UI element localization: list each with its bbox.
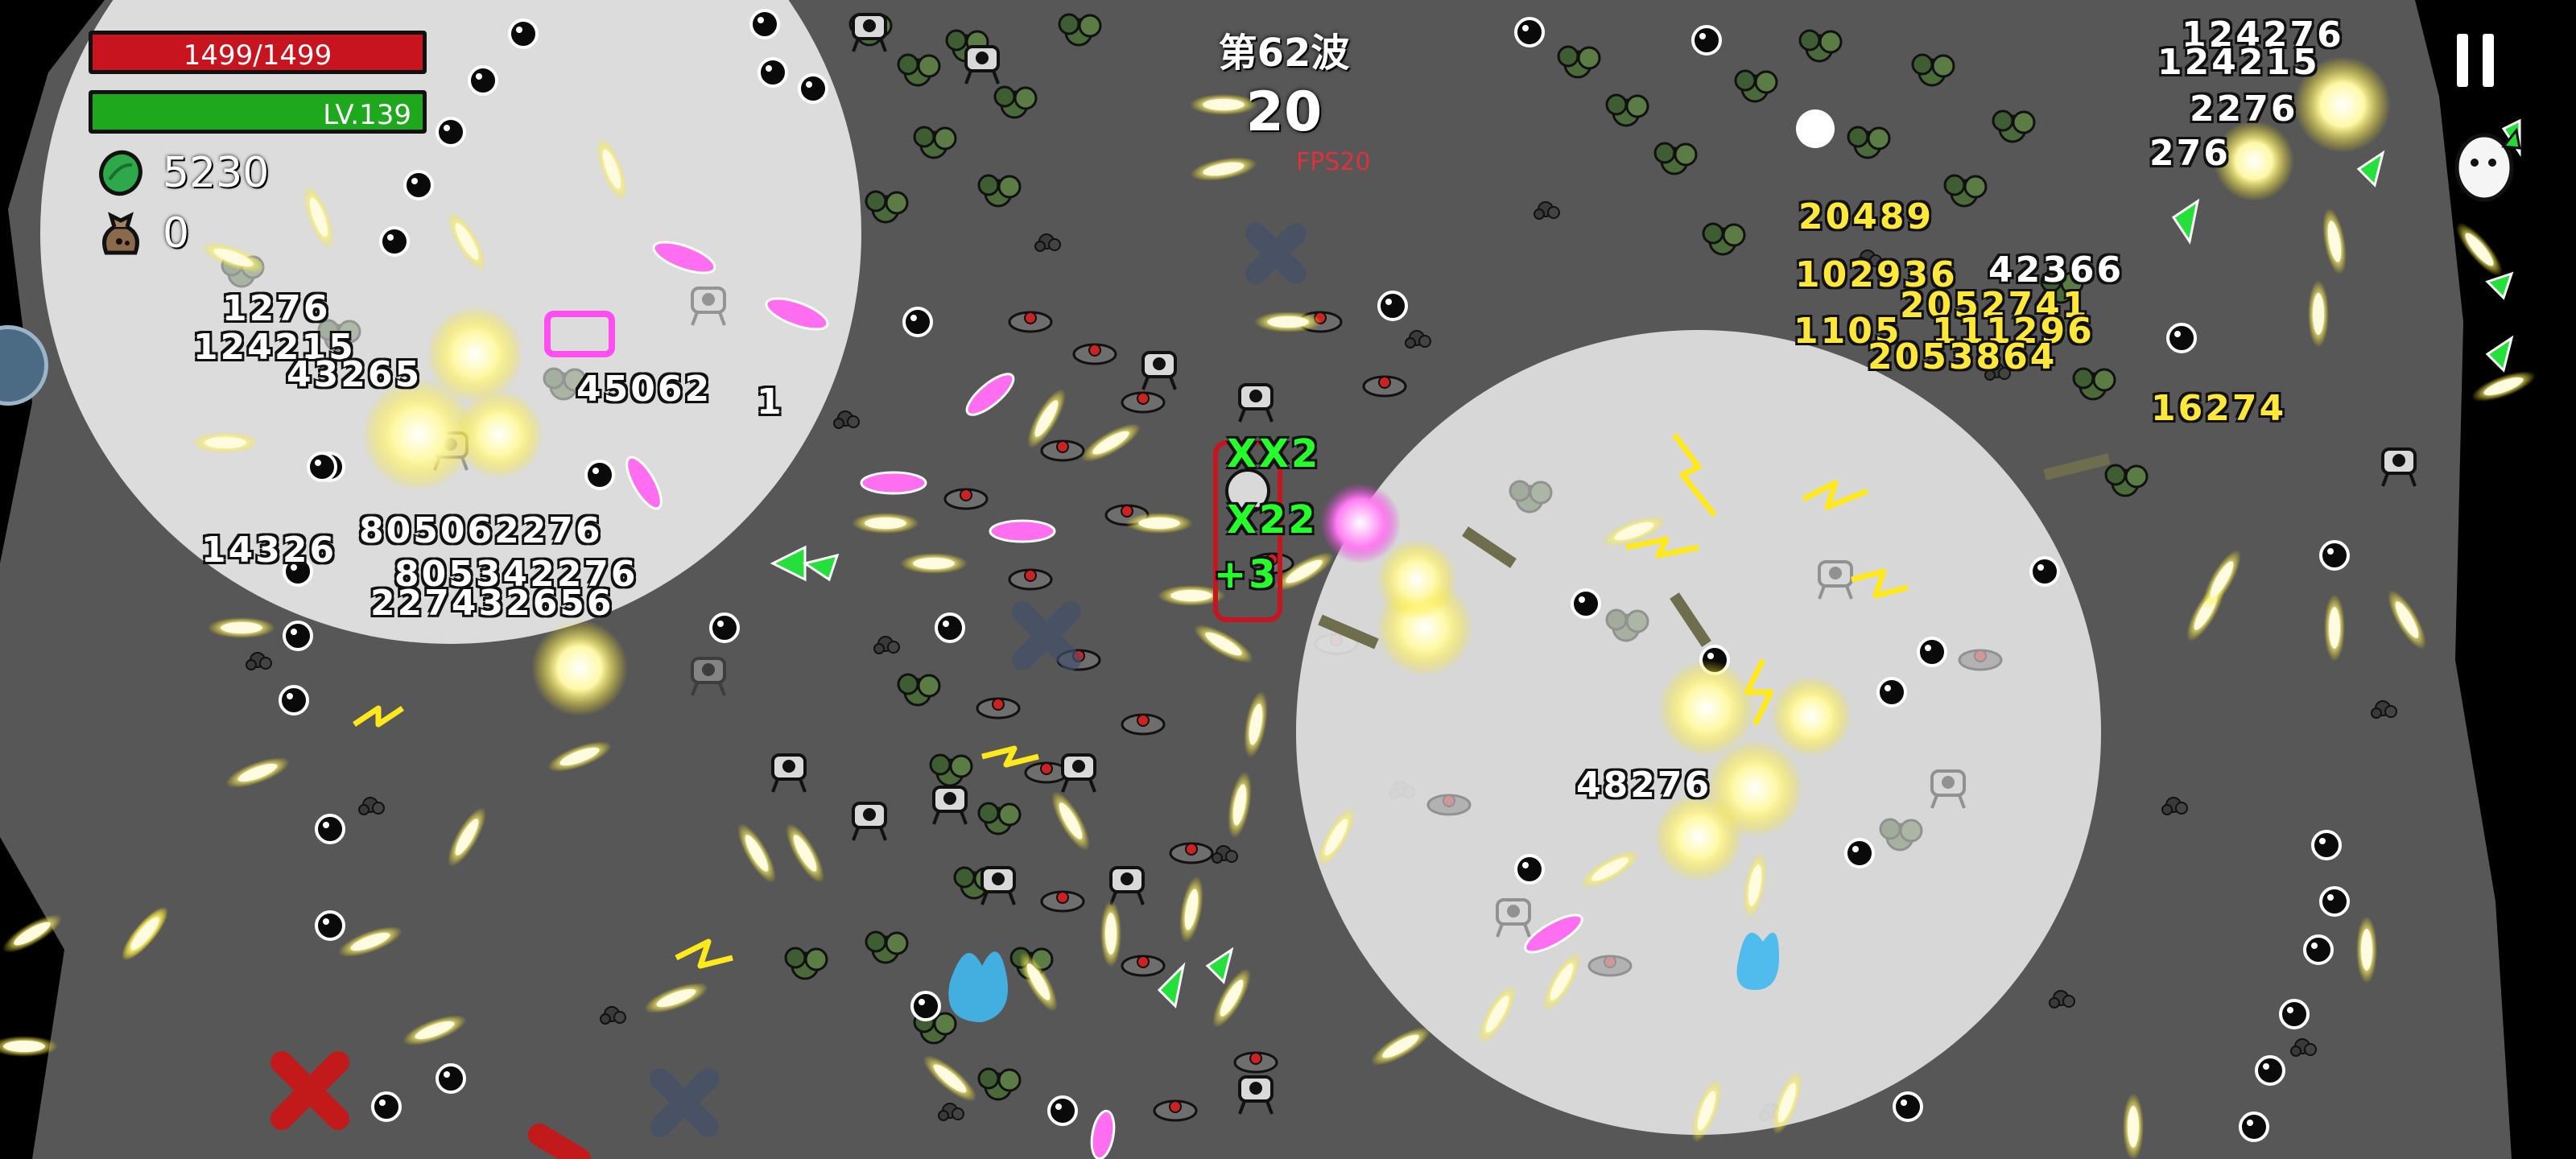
damage-number: 43265 [287,354,423,395]
level-text: LV.139 [323,99,411,131]
damage-number: 276 [2149,133,2231,174]
damage-number: 805062276 [359,510,603,551]
damage-number: 16274 [2151,388,2287,429]
pause-button[interactable] [2444,16,2508,105]
damage-number: X22 [1227,497,1318,542]
damage-number: 2053864 [1868,336,2058,377]
experience-bar: LV.139 [89,90,427,134]
bag-counter: 0 [95,205,189,262]
wave-label: 第62波 [1218,31,1350,76]
damage-number: 20489 [1798,196,1934,237]
damage-number: 45062 [576,369,712,410]
pause-icon [2457,34,2494,87]
bag-count: 0 [163,209,190,258]
health-bar: 1499/1499 [89,31,427,74]
fps-counter: FPS20 [1296,148,1371,176]
loot-bag-icon [102,212,139,255]
damage-number: +3 [1214,552,1278,597]
damage-number: 1276 [222,288,331,329]
game-arena [0,0,2539,1159]
damage-number: 2276 [2190,89,2298,130]
health-text: 1499/1499 [183,39,332,72]
egg-character-icon[interactable] [2447,122,2528,203]
coin-count: 5230 [163,149,270,197]
damage-number: 1 [757,382,784,423]
wave-timer: 20 [1245,80,1323,144]
damage-number: 227432656 [370,583,614,624]
coin-counter: 5230 [95,145,269,201]
damage-number: XX2 [1227,431,1321,476]
green-gem-icon [99,150,142,196]
damage-number: 124215 [2157,42,2320,83]
damage-number: 48276 [1576,765,1712,806]
damage-number: 14326 [201,530,337,571]
